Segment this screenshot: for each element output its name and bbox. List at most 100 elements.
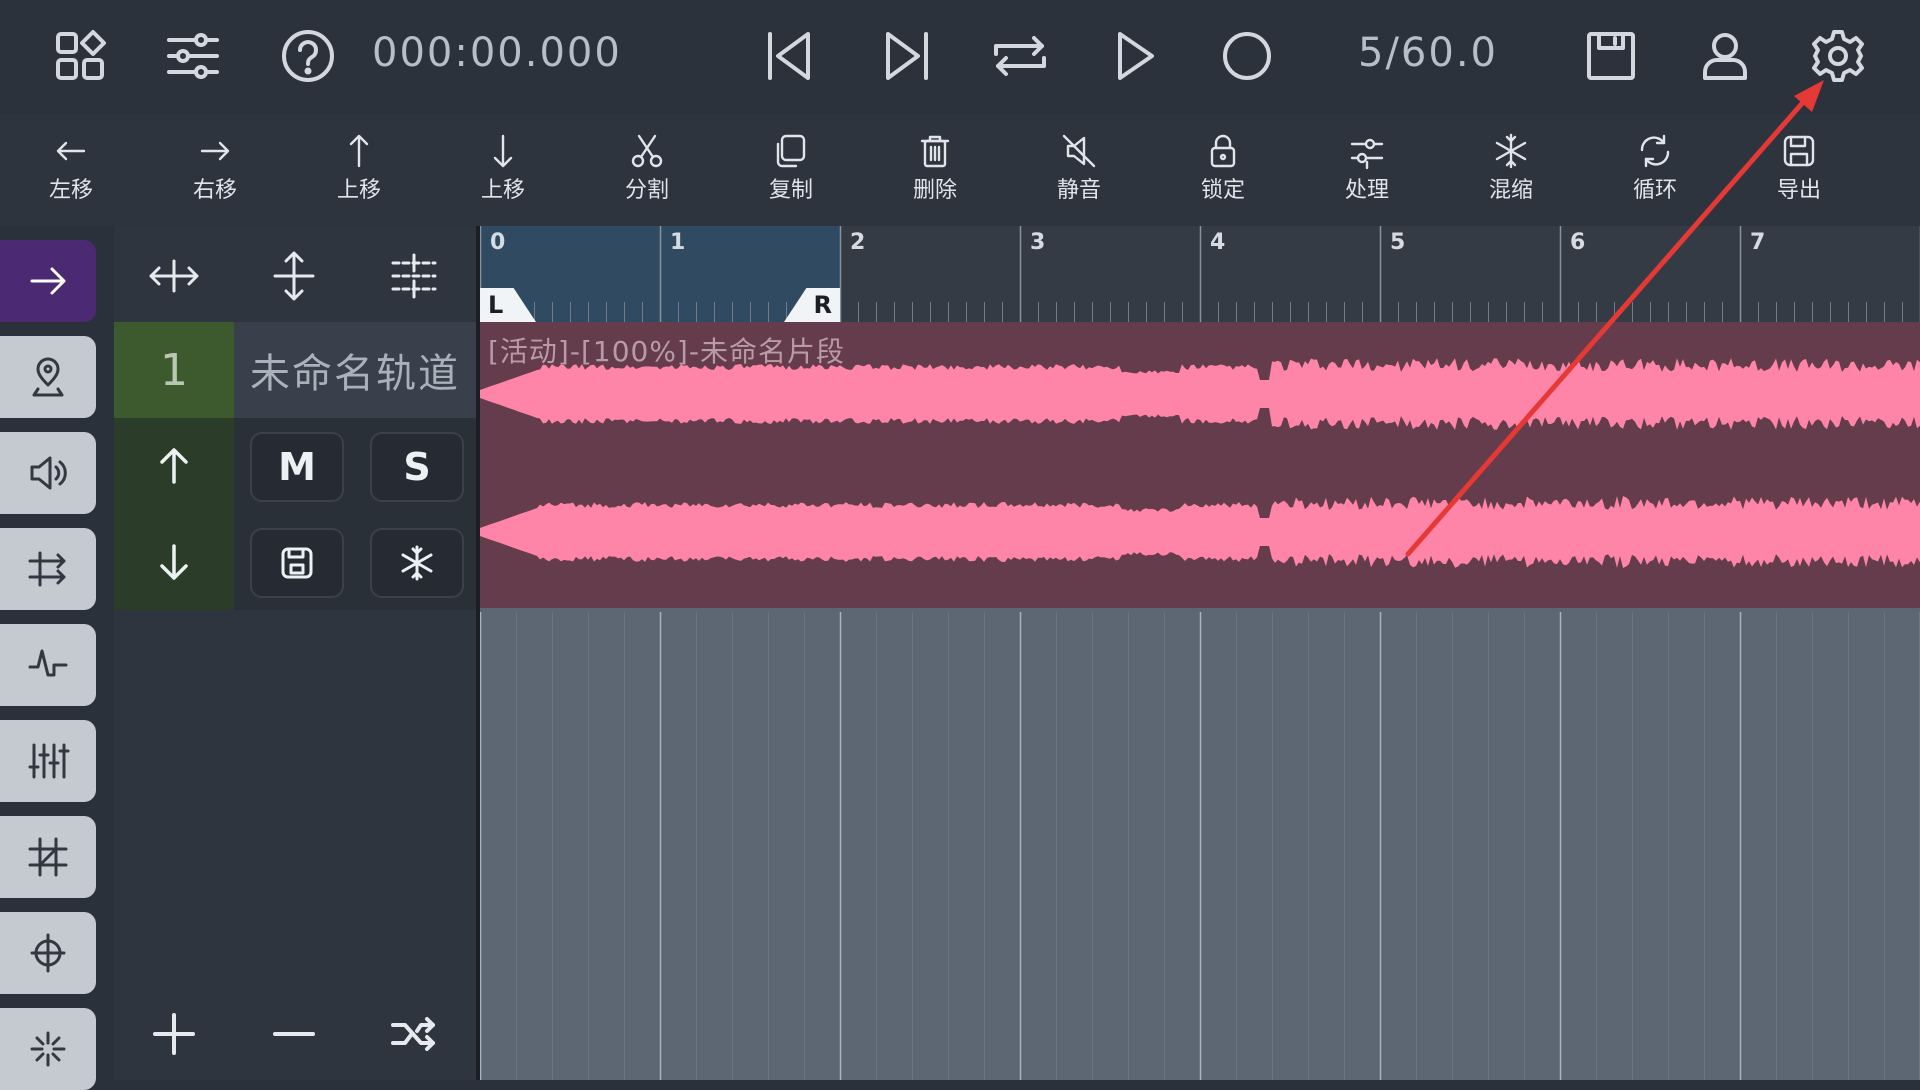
shuffle-icon <box>391 1017 435 1051</box>
add-track-button[interactable] <box>124 998 224 1070</box>
sidebar-volume[interactable] <box>0 432 96 514</box>
tool-export[interactable]: 导出 <box>1744 132 1854 220</box>
user-icon[interactable] <box>1689 20 1761 92</box>
copy-icon <box>776 134 806 168</box>
snowflake-icon <box>401 545 433 581</box>
tool-label: 左移 <box>48 178 93 203</box>
tool-label: 导出 <box>1776 178 1821 203</box>
track-freeze-button[interactable] <box>370 528 464 598</box>
track-split-icon <box>28 551 66 587</box>
tool-move-left[interactable]: 左移 <box>16 132 126 220</box>
tool-lock[interactable]: 锁定 <box>1168 132 1278 220</box>
ruler-ticks <box>480 226 1920 322</box>
top-bar: 000:00.000 5/60.0 <box>0 0 1920 114</box>
tool-label: 右移 <box>192 178 237 203</box>
ruler-label-5: 5 <box>1390 230 1406 255</box>
play-icon[interactable] <box>1098 20 1170 92</box>
track-number[interactable]: 1 <box>114 322 234 418</box>
sidebar-frame[interactable] <box>0 816 96 898</box>
track-shuffle-button[interactable] <box>364 998 464 1070</box>
record-icon[interactable] <box>1211 20 1283 92</box>
tool-label: 上移 <box>480 178 525 203</box>
track-move-down-button[interactable] <box>114 514 234 610</box>
tool-process[interactable]: 处理 <box>1312 132 1422 220</box>
export-save-icon <box>1783 135 1815 167</box>
save-icon <box>281 547 313 579</box>
tool-label: 删除 <box>912 178 957 203</box>
minus-icon <box>273 1032 315 1036</box>
ruler-label-3: 3 <box>1030 230 1046 255</box>
solo-button[interactable]: S <box>370 432 464 502</box>
save-icon[interactable] <box>1575 20 1647 92</box>
mute-icon <box>1062 134 1096 168</box>
tool-mixdown[interactable]: 混缩 <box>1456 132 1566 220</box>
tool-delete[interactable]: 删除 <box>880 132 990 220</box>
edit-toolbar: 左移 右移 上移 上移 分割 复制 删除 静音 锁定 处理 混缩 循环 导出 <box>0 114 1920 226</box>
project-ratio: 5/60.0 <box>1358 30 1498 76</box>
arrow-left-icon <box>56 141 86 161</box>
sidebar-effects[interactable] <box>0 1008 96 1090</box>
tool-move-right[interactable]: 右移 <box>160 132 270 220</box>
tool-copy[interactable]: 复制 <box>736 132 846 220</box>
sidebar-marker[interactable] <box>0 336 96 418</box>
speaker-icon <box>30 456 67 490</box>
sidebar-target[interactable] <box>0 912 96 994</box>
track-panel: 1 未命名轨道 M S <box>114 226 476 1080</box>
ruler-label-4: 4 <box>1210 230 1226 255</box>
repeat-icon[interactable] <box>984 20 1056 92</box>
sliders-icon[interactable] <box>157 20 229 92</box>
tool-mute[interactable]: 静音 <box>1024 132 1134 220</box>
ruler-label-2: 2 <box>850 230 866 255</box>
skip-start-icon[interactable] <box>754 20 826 92</box>
tool-move-down[interactable]: 上移 <box>448 132 558 220</box>
help-icon[interactable] <box>272 20 344 92</box>
tool-loop[interactable]: 循环 <box>1600 132 1710 220</box>
timeline[interactable]: 0 1 2 3 4 5 6 7 L R [活动]-[100%]-未命名片段 <box>480 226 1920 1080</box>
adjust-icon <box>1350 138 1384 170</box>
ruler-label-6: 6 <box>1570 230 1586 255</box>
tool-move-up[interactable]: 上移 <box>304 132 414 220</box>
tool-split[interactable]: 分割 <box>592 132 702 220</box>
sidebar-arrow[interactable] <box>0 240 96 322</box>
track-move-up-button[interactable] <box>114 418 234 514</box>
time-ruler[interactable]: 0 1 2 3 4 5 6 7 L R <box>480 226 1920 322</box>
track-save-button[interactable] <box>250 528 344 598</box>
fit-tracks-icon[interactable] <box>364 240 464 312</box>
trash-icon <box>920 135 950 168</box>
track-name[interactable]: 未命名轨道 <box>234 322 476 418</box>
scissors-icon <box>631 134 663 168</box>
tool-label: 处理 <box>1344 178 1389 203</box>
arrow-right-icon <box>200 141 230 161</box>
location-pin-icon <box>32 357 64 397</box>
plus-icon <box>153 1013 195 1055</box>
apps-icon[interactable] <box>44 20 116 92</box>
snowflake-icon <box>1495 133 1527 169</box>
arrow-down-icon <box>160 544 188 580</box>
tool-label: 分割 <box>624 178 669 203</box>
arrow-up-icon <box>349 134 369 168</box>
tool-label: 静音 <box>1056 178 1101 203</box>
crosshair-icon <box>30 933 66 973</box>
horizontal-zoom-icon[interactable] <box>124 240 224 312</box>
sidebar-mixer[interactable] <box>0 720 96 802</box>
skip-end-icon[interactable] <box>870 20 942 92</box>
arrow-right-icon <box>30 267 66 295</box>
remove-track-button[interactable] <box>244 998 344 1070</box>
gear-icon[interactable] <box>1802 20 1874 92</box>
arrow-up-icon <box>160 448 188 484</box>
ruler-label-1: 1 <box>670 230 686 255</box>
sidebar-envelope[interactable] <box>0 624 96 706</box>
loop-icon <box>1640 134 1670 168</box>
vertical-zoom-icon[interactable] <box>244 240 344 312</box>
sidebar-tracks[interactable] <box>0 528 96 610</box>
mixer-icon <box>28 743 70 779</box>
tool-label: 锁定 <box>1200 178 1245 203</box>
arrow-down-icon <box>493 134 513 168</box>
sparkle-icon <box>30 1031 66 1067</box>
envelope-icon <box>28 649 68 677</box>
ruler-label-7: 7 <box>1750 230 1766 255</box>
mute-button[interactable]: M <box>250 432 344 502</box>
audio-clip[interactable]: [活动]-[100%]-未命名片段 <box>480 322 1920 608</box>
lock-icon <box>1210 134 1236 168</box>
time-display: 000:00.000 <box>372 30 622 76</box>
